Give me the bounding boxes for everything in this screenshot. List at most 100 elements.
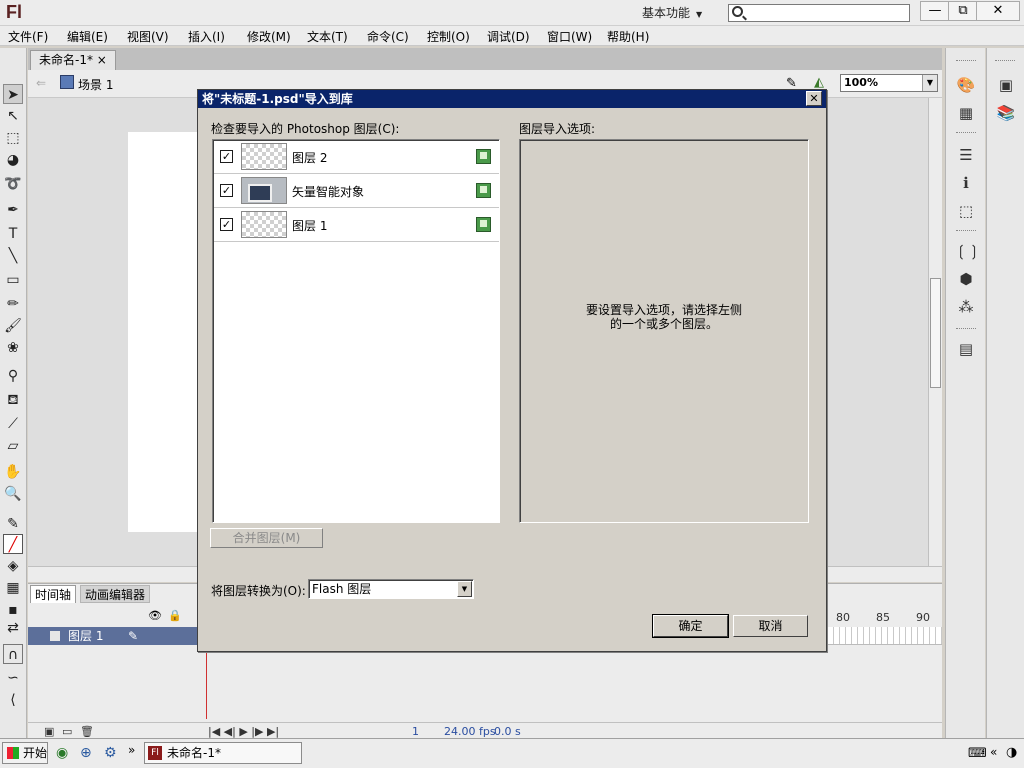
- close-window-button[interactable]: ✕: [976, 1, 1020, 21]
- deco-tool-icon[interactable]: ❀: [3, 338, 23, 358]
- menu-debug[interactable]: 调试(D): [487, 28, 530, 45]
- back-arrow-icon[interactable]: ⇐: [36, 76, 46, 90]
- zoom-select[interactable]: 100% ▼: [840, 74, 938, 92]
- taskbar-item-flash[interactable]: 未命名-1*: [144, 742, 302, 764]
- motion-presets-icon[interactable]: ⁂: [955, 298, 977, 316]
- vertical-scrollbar[interactable]: [928, 98, 942, 566]
- scrollbar-thumb[interactable]: [930, 278, 941, 388]
- expand-tray-icon[interactable]: «: [990, 745, 997, 759]
- transform-panel-icon[interactable]: ⬚: [955, 202, 977, 220]
- brush-tool-icon[interactable]: 🖌: [3, 316, 23, 336]
- minimize-button[interactable]: —: [920, 1, 950, 21]
- psd-layer-list[interactable]: ✓ 图层 2 ✓ 矢量智能对象 ✓ 图层 1: [212, 139, 500, 523]
- menu-text[interactable]: 文本(T): [307, 28, 348, 45]
- edit-symbols-icon[interactable]: ◭: [814, 75, 824, 90]
- tab-motion-editor[interactable]: 动画编辑器: [80, 585, 151, 603]
- bone-tool-icon[interactable]: ⚲: [3, 366, 23, 386]
- smooth-icon[interactable]: ∽: [3, 668, 23, 688]
- layer-checkbox[interactable]: ✓: [220, 218, 233, 231]
- list-item[interactable]: ✓ 图层 1: [214, 208, 499, 242]
- list-item[interactable]: ✓ 图层 2: [214, 140, 499, 174]
- eraser-tool-icon[interactable]: ▱: [3, 436, 23, 456]
- import-settings-icon[interactable]: [476, 183, 491, 198]
- properties-panel-icon[interactable]: ▣: [995, 76, 1017, 94]
- layer-checkbox[interactable]: ✓: [220, 150, 233, 163]
- search-input[interactable]: [728, 4, 910, 22]
- hand-tool-icon[interactable]: ✋: [3, 462, 23, 482]
- new-layer-icon[interactable]: ▣: [44, 725, 54, 738]
- actions-panel-icon[interactable]: ❲❳: [955, 242, 980, 260]
- straighten-icon[interactable]: ⟨: [3, 690, 23, 710]
- system-icon[interactable]: ⚙: [104, 745, 117, 761]
- menu-help[interactable]: 帮助(H): [607, 28, 649, 45]
- fill-bucket-small-icon[interactable]: ◈: [3, 556, 23, 576]
- convert-layers-select[interactable]: Flash 图层 ▼: [308, 579, 474, 599]
- browser-icon[interactable]: ⊕: [80, 745, 92, 761]
- project-panel-icon[interactable]: ▤: [955, 340, 977, 358]
- tab-timeline[interactable]: 时间轴: [30, 585, 77, 603]
- info-panel-icon[interactable]: ℹ: [955, 174, 977, 192]
- quicklaunch-more-icon[interactable]: »: [128, 743, 135, 757]
- menu-insert[interactable]: 插入(I): [188, 28, 225, 45]
- paint-bucket-tool-icon[interactable]: ⛾: [3, 390, 23, 410]
- layer-checkbox[interactable]: ✓: [220, 184, 233, 197]
- components-panel-icon[interactable]: ⬢: [955, 270, 977, 288]
- snap-magnet-icon[interactable]: ∩: [3, 644, 23, 664]
- 3d-rotation-tool-icon[interactable]: ◕: [3, 150, 23, 170]
- layer-row[interactable]: 图层 1 ✎: [28, 627, 198, 645]
- fill-color-icon[interactable]: ╱: [3, 534, 23, 554]
- text-tool-icon[interactable]: T: [3, 224, 23, 244]
- close-tab-icon[interactable]: ×: [97, 53, 107, 67]
- panel-grip[interactable]: [956, 60, 976, 62]
- menu-window[interactable]: 窗口(W): [547, 28, 592, 45]
- keyboard-icon[interactable]: ⌨: [968, 746, 987, 761]
- panel-grip[interactable]: [995, 60, 1015, 62]
- ok-button[interactable]: 确定: [652, 614, 729, 638]
- pen-tool-icon[interactable]: ✒: [3, 200, 23, 220]
- selection-tool-icon[interactable]: ➤: [3, 84, 23, 104]
- delete-layer-icon[interactable]: 🗑: [80, 725, 94, 738]
- menu-file[interactable]: 文件(F): [8, 28, 48, 45]
- subselection-tool-icon[interactable]: ↖: [3, 106, 23, 126]
- swatches-panel-icon[interactable]: ▦: [955, 104, 977, 122]
- default-colors-icon[interactable]: ▪: [3, 600, 23, 620]
- align-panel-icon[interactable]: ☰: [955, 146, 977, 164]
- rectangle-tool-icon[interactable]: ▭: [3, 270, 23, 290]
- restore-button[interactable]: ⧉: [948, 1, 978, 21]
- lasso-tool-icon[interactable]: ➰: [3, 174, 23, 194]
- panel-grip[interactable]: [956, 328, 976, 330]
- menu-control[interactable]: 控制(O): [427, 28, 470, 45]
- library-panel-icon[interactable]: 📚: [995, 104, 1017, 122]
- pencil-tool-icon[interactable]: ✏: [3, 294, 23, 314]
- cancel-button[interactable]: 取消: [733, 615, 808, 637]
- frame-rate[interactable]: 24.00 fps: [444, 725, 496, 738]
- import-settings-icon[interactable]: [476, 149, 491, 164]
- chevron-down-icon[interactable]: ▼: [457, 581, 472, 597]
- menu-commands[interactable]: 命令(C): [367, 28, 409, 45]
- workspace-switcher[interactable]: 基本功能 ▼: [632, 3, 714, 23]
- playback-controls-icon[interactable]: |◀ ◀| ▶ |▶ ▶|: [208, 725, 279, 738]
- media-player-icon[interactable]: ◉: [56, 745, 68, 761]
- eye-icon[interactable]: 👁: [148, 609, 162, 622]
- no-color-icon[interactable]: ▦: [3, 578, 23, 598]
- menu-view[interactable]: 视图(V): [127, 28, 169, 45]
- lock-icon[interactable]: 🔒: [168, 609, 182, 622]
- import-settings-icon[interactable]: [476, 217, 491, 232]
- list-item[interactable]: ✓ 矢量智能对象: [214, 174, 499, 208]
- start-button[interactable]: 开始: [2, 742, 48, 764]
- menu-edit[interactable]: 编辑(E): [67, 28, 108, 45]
- line-tool-icon[interactable]: ╲: [3, 246, 23, 266]
- panel-grip[interactable]: [956, 132, 976, 134]
- new-folder-icon[interactable]: ▭: [62, 725, 72, 738]
- zoom-tool-icon[interactable]: 🔍: [3, 484, 23, 504]
- color-panel-icon[interactable]: 🎨: [955, 76, 977, 94]
- panel-grip[interactable]: [956, 230, 976, 232]
- eyedropper-tool-icon[interactable]: ⟋: [3, 414, 23, 434]
- merge-layers-button[interactable]: 合并图层(M): [210, 528, 323, 548]
- stroke-color-icon[interactable]: ✎: [3, 514, 23, 534]
- menu-modify[interactable]: 修改(M): [247, 28, 291, 45]
- document-tab[interactable]: 未命名-1* ×: [30, 50, 116, 70]
- free-transform-tool-icon[interactable]: ⬚: [3, 128, 23, 148]
- close-icon[interactable]: ✕: [806, 91, 822, 106]
- tray-icon[interactable]: ◑: [1006, 745, 1017, 760]
